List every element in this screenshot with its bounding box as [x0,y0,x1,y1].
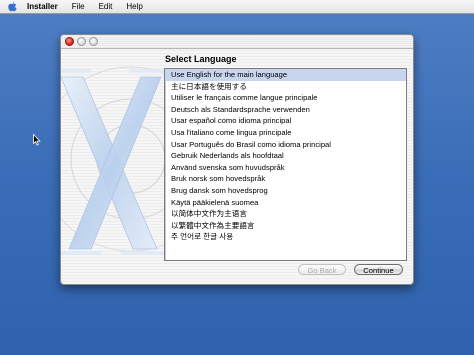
page-title: Select Language [165,54,237,64]
list-item[interactable]: Utiliser le français comme langue princi… [165,92,406,104]
mouse-pointer-icon [33,134,41,146]
continue-button[interactable]: Continue [354,264,403,275]
close-button[interactable] [65,37,74,46]
language-list[interactable]: Use English for the main language 主に日本語を… [164,68,407,261]
list-item[interactable]: Usar español como idioma principal [165,115,406,127]
menu-installer[interactable]: Installer [20,0,65,13]
list-item[interactable]: Use English for the main language [165,69,406,81]
apple-menu-icon[interactable] [4,0,20,13]
list-item[interactable]: 以简体中文作为主语言 [165,208,406,220]
go-back-button[interactable]: Go Back [298,264,346,275]
mac-os-x-logo-graphic [61,66,165,255]
list-item[interactable]: Använd svenska som huvudspråk [165,162,406,174]
list-item[interactable]: Usa l'italiano come lingua principale [165,127,406,139]
window-titlebar[interactable] [61,35,413,49]
list-item[interactable]: Bruk norsk som hovedspråk [165,173,406,185]
menu-file[interactable]: File [65,0,92,13]
list-item[interactable]: Usar Português do Brasil como idioma pri… [165,139,406,151]
menu-edit[interactable]: Edit [92,0,120,13]
list-item[interactable]: 以繁體中文作為主要語言 [165,220,406,232]
list-item[interactable]: Käytä pääkielenä suomea [165,197,406,209]
menu-help[interactable]: Help [119,0,149,13]
list-item[interactable]: Brug dansk som hovedsprog [165,185,406,197]
menu-bar: Installer File Edit Help [0,0,474,14]
minimize-button[interactable] [77,37,86,46]
zoom-button[interactable] [89,37,98,46]
list-item[interactable]: Gebruik Nederlands als hoofdtaal [165,150,406,162]
list-item[interactable]: 主に日本語を使用する [165,81,406,93]
list-item[interactable]: 주 언어로 한글 사용 [165,231,406,243]
installer-window: Select Language Use English for the main… [60,34,414,285]
list-item[interactable]: Deutsch als Standardsprache verwenden [165,104,406,116]
